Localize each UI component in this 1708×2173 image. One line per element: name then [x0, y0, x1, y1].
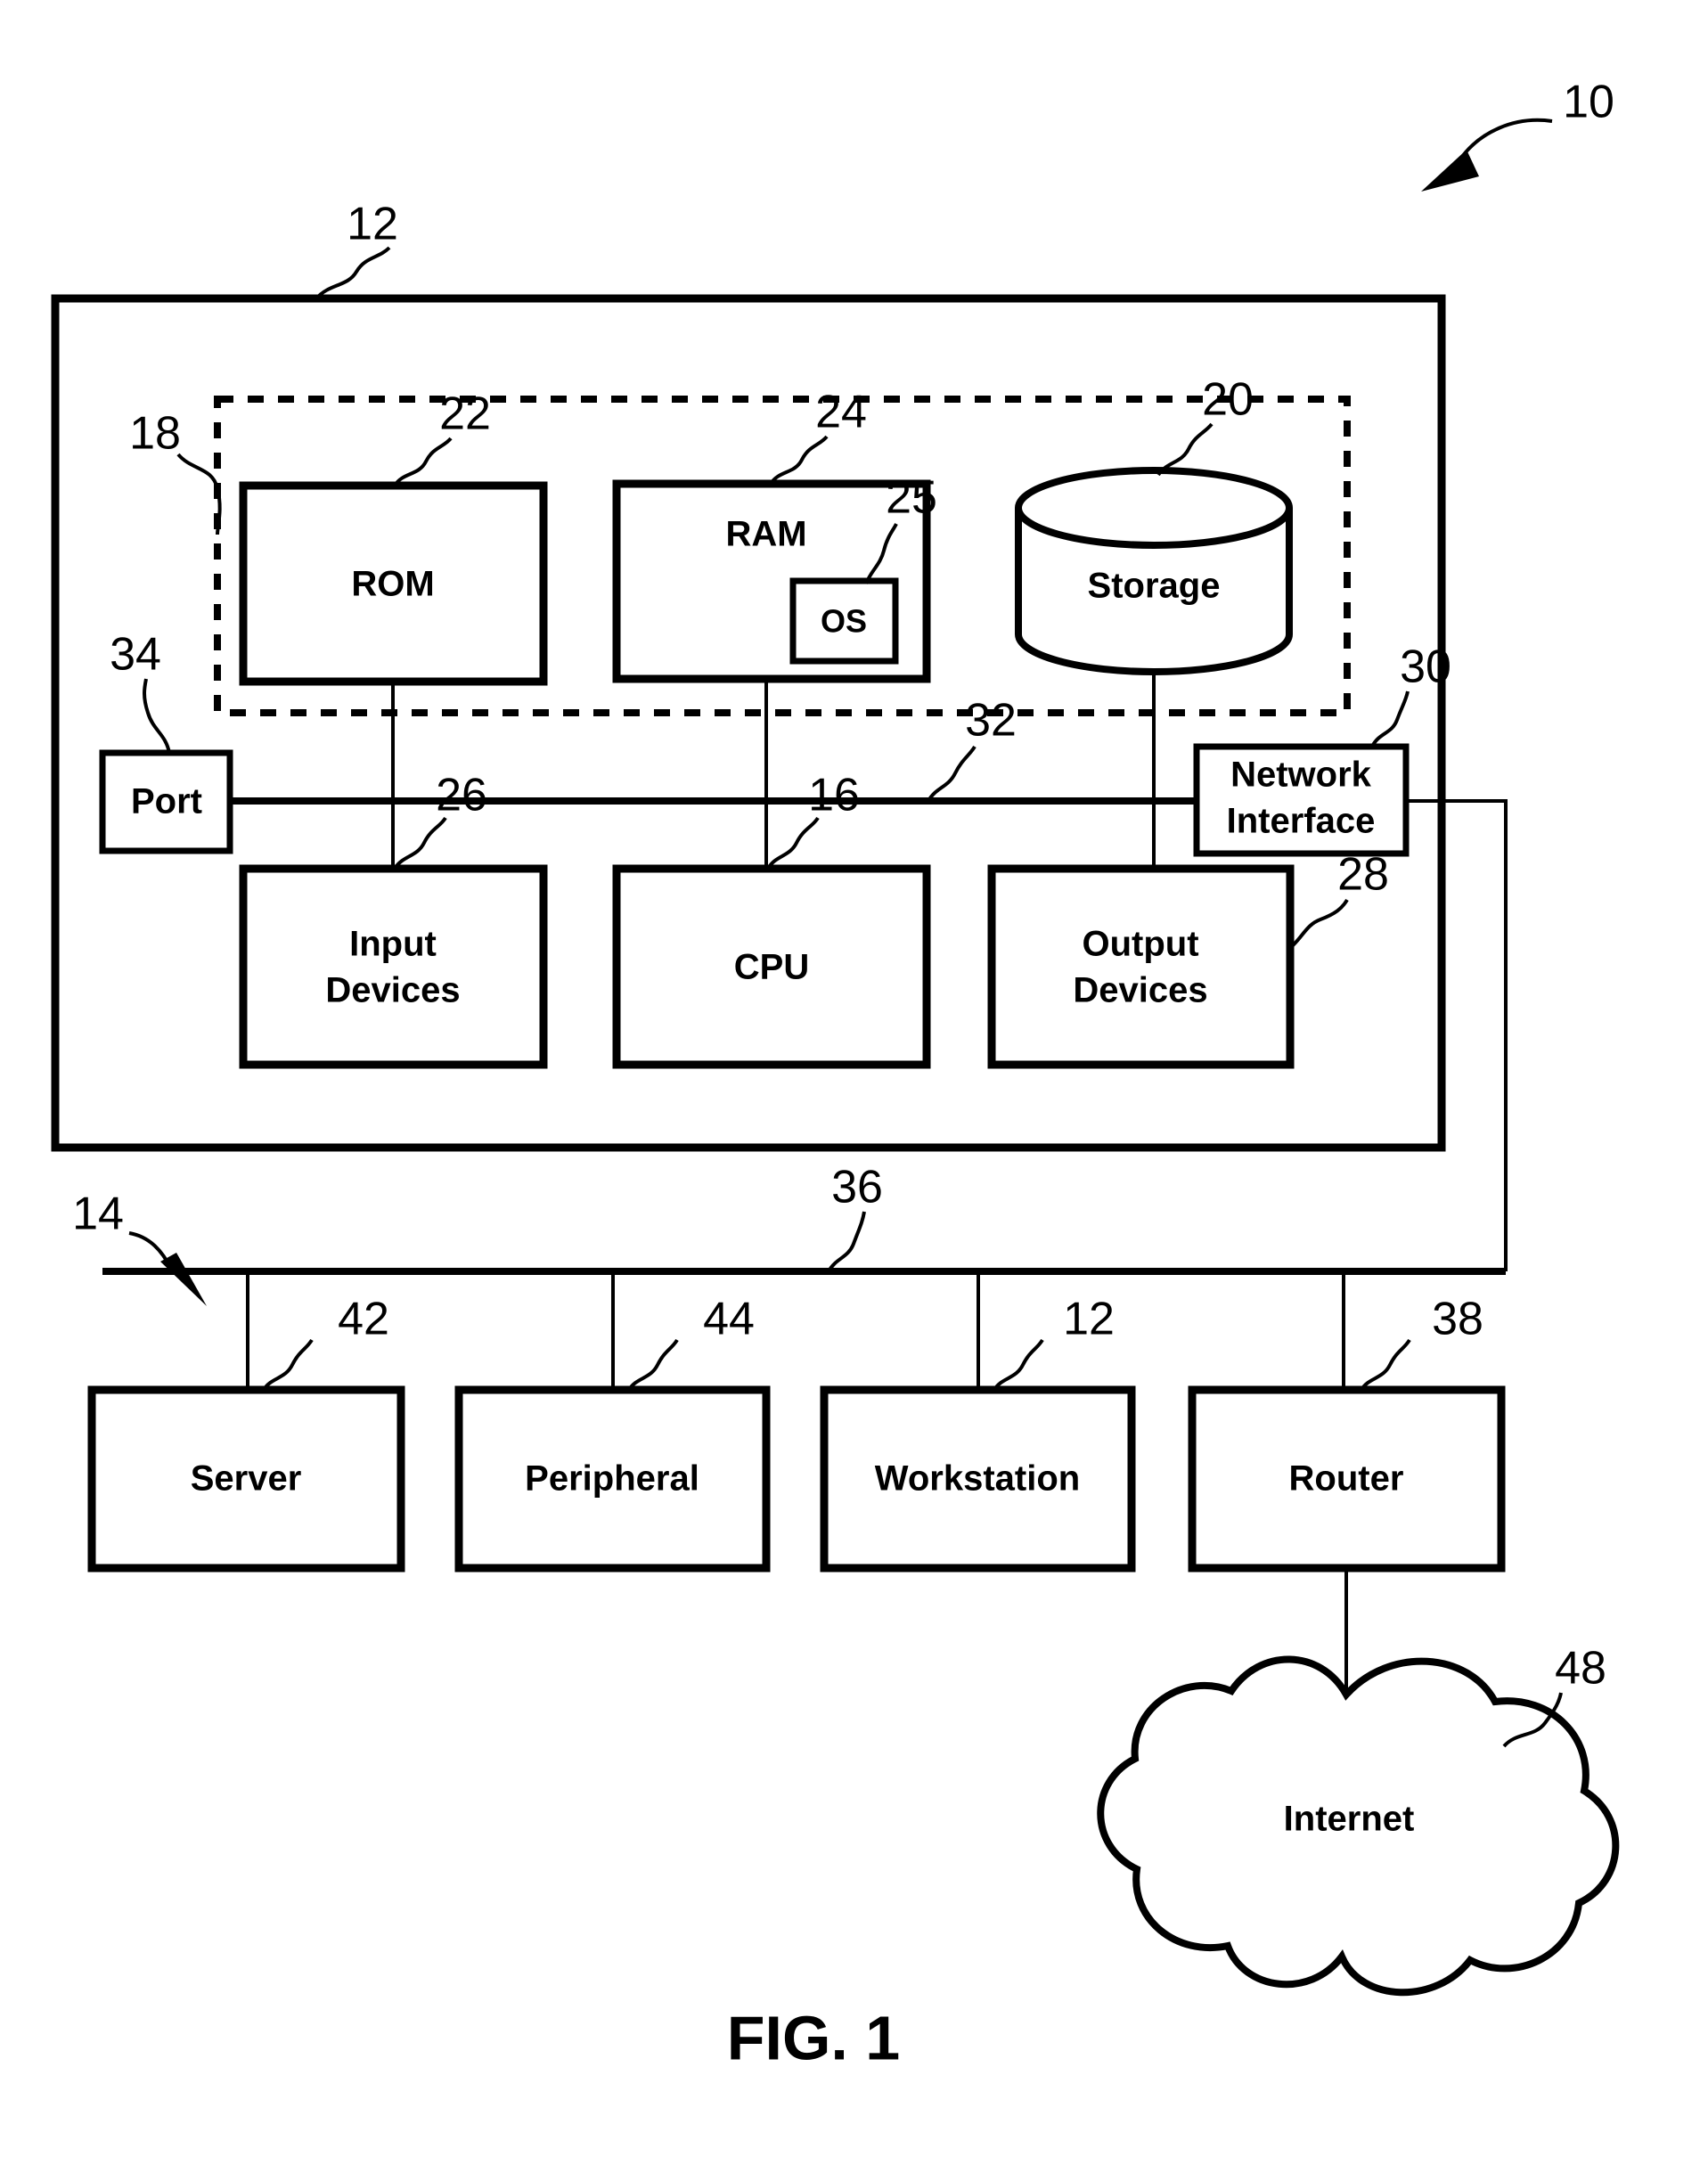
computer-boundary-box — [51, 294, 1446, 1152]
ref-label-10: 10 — [1563, 77, 1614, 128]
input-devices-block — [239, 864, 548, 1069]
ref-label-28-output-devices: 28 — [1337, 849, 1389, 901]
internet-label: Internet — [1284, 1800, 1415, 1839]
patent-figure: 10 12 18 ROM 22 RAM 24 OS 25 Storage 20 … — [0, 0, 1708, 2173]
ram-label: RAM — [725, 515, 806, 554]
ref-24-leader — [769, 435, 829, 486]
port-label: Port — [131, 782, 202, 821]
ref-label-18-memory-group: 18 — [129, 408, 181, 460]
ref-28-leader — [1288, 898, 1349, 950]
ref-label-16-cpu: 16 — [808, 770, 860, 821]
network-interface-label-line2: Interface — [1227, 802, 1376, 841]
ref-25-leader — [864, 523, 898, 584]
system-ref-leader — [1458, 118, 1553, 162]
ref-label-34-port: 34 — [110, 629, 161, 681]
ref-30-leader — [1370, 690, 1410, 748]
network-interface-label-line1: Network — [1230, 756, 1372, 795]
system-ref-10-callout: 10 — [1421, 77, 1614, 192]
figure-canvas: 10 12 18 ROM 22 RAM 24 OS 25 Storage 20 … — [51, 77, 1620, 2072]
ref-12-node-leader — [993, 1338, 1044, 1392]
ref-12-leader — [315, 246, 391, 300]
router-label: Router — [1289, 1459, 1404, 1499]
ref-label-20-storage: 20 — [1202, 374, 1254, 426]
server-label: Server — [191, 1459, 302, 1499]
ref-label-42-server: 42 — [338, 1294, 389, 1345]
os-label: OS — [821, 603, 867, 640]
ref-label-32-bus: 32 — [965, 695, 1017, 747]
internet-cloud: Internet — [1097, 1655, 1620, 1997]
ref-label-24-ram: 24 — [815, 387, 867, 438]
network-ref-arrowhead — [160, 1253, 207, 1306]
storage-cylinder: Storage — [1015, 467, 1293, 675]
ref-label-12-computer: 12 — [347, 199, 398, 250]
ref-label-36-lan-bus: 36 — [831, 1162, 883, 1213]
ref-32-leader — [927, 745, 977, 803]
ref-label-38-router: 38 — [1432, 1294, 1483, 1345]
workstation-label: Workstation — [875, 1459, 1080, 1499]
rom-label: ROM — [351, 565, 434, 604]
ref-label-44-peripheral: 44 — [703, 1294, 755, 1345]
ref-22-leader — [393, 437, 453, 487]
output-devices-label-line1: Output — [1082, 925, 1198, 964]
system-ref-arrowhead — [1421, 150, 1479, 192]
output-devices-block — [987, 864, 1295, 1069]
ref-label-26-input-devices: 26 — [436, 770, 487, 821]
ref-label-14-network: 14 — [72, 1189, 124, 1240]
ref-34-leader — [143, 678, 171, 754]
network-interface-to-lan-wire — [1406, 799, 1508, 1271]
input-devices-label-line2: Devices — [325, 971, 460, 1010]
peripheral-label: Peripheral — [525, 1459, 699, 1499]
cpu-label: CPU — [734, 948, 809, 987]
ref-label-25-os: 25 — [886, 472, 937, 524]
ref-label-48-internet: 48 — [1555, 1643, 1606, 1695]
storage-label: Storage — [1088, 567, 1221, 606]
storage-top-ellipse — [1015, 467, 1293, 549]
ref-16-leader — [766, 816, 820, 870]
ref-38-leader — [1360, 1338, 1411, 1392]
output-devices-label-line2: Devices — [1073, 971, 1207, 1010]
input-devices-label-line1: Input — [349, 925, 437, 964]
ref-44-leader — [627, 1338, 679, 1392]
ref-label-22-rom: 22 — [439, 388, 491, 440]
ref-36-leader — [827, 1211, 866, 1273]
ref-label-12-workstation: 12 — [1063, 1294, 1115, 1345]
ref-18-leader — [176, 453, 222, 535]
ref-42-leader — [262, 1338, 314, 1392]
ref-26-leader — [393, 816, 447, 870]
figure-caption: FIG. 1 — [727, 2003, 900, 2072]
network-ref-14-callout: 14 — [72, 1189, 207, 1306]
ref-label-30-network-interface: 30 — [1400, 641, 1451, 693]
ref-20-leader — [1156, 422, 1214, 477]
